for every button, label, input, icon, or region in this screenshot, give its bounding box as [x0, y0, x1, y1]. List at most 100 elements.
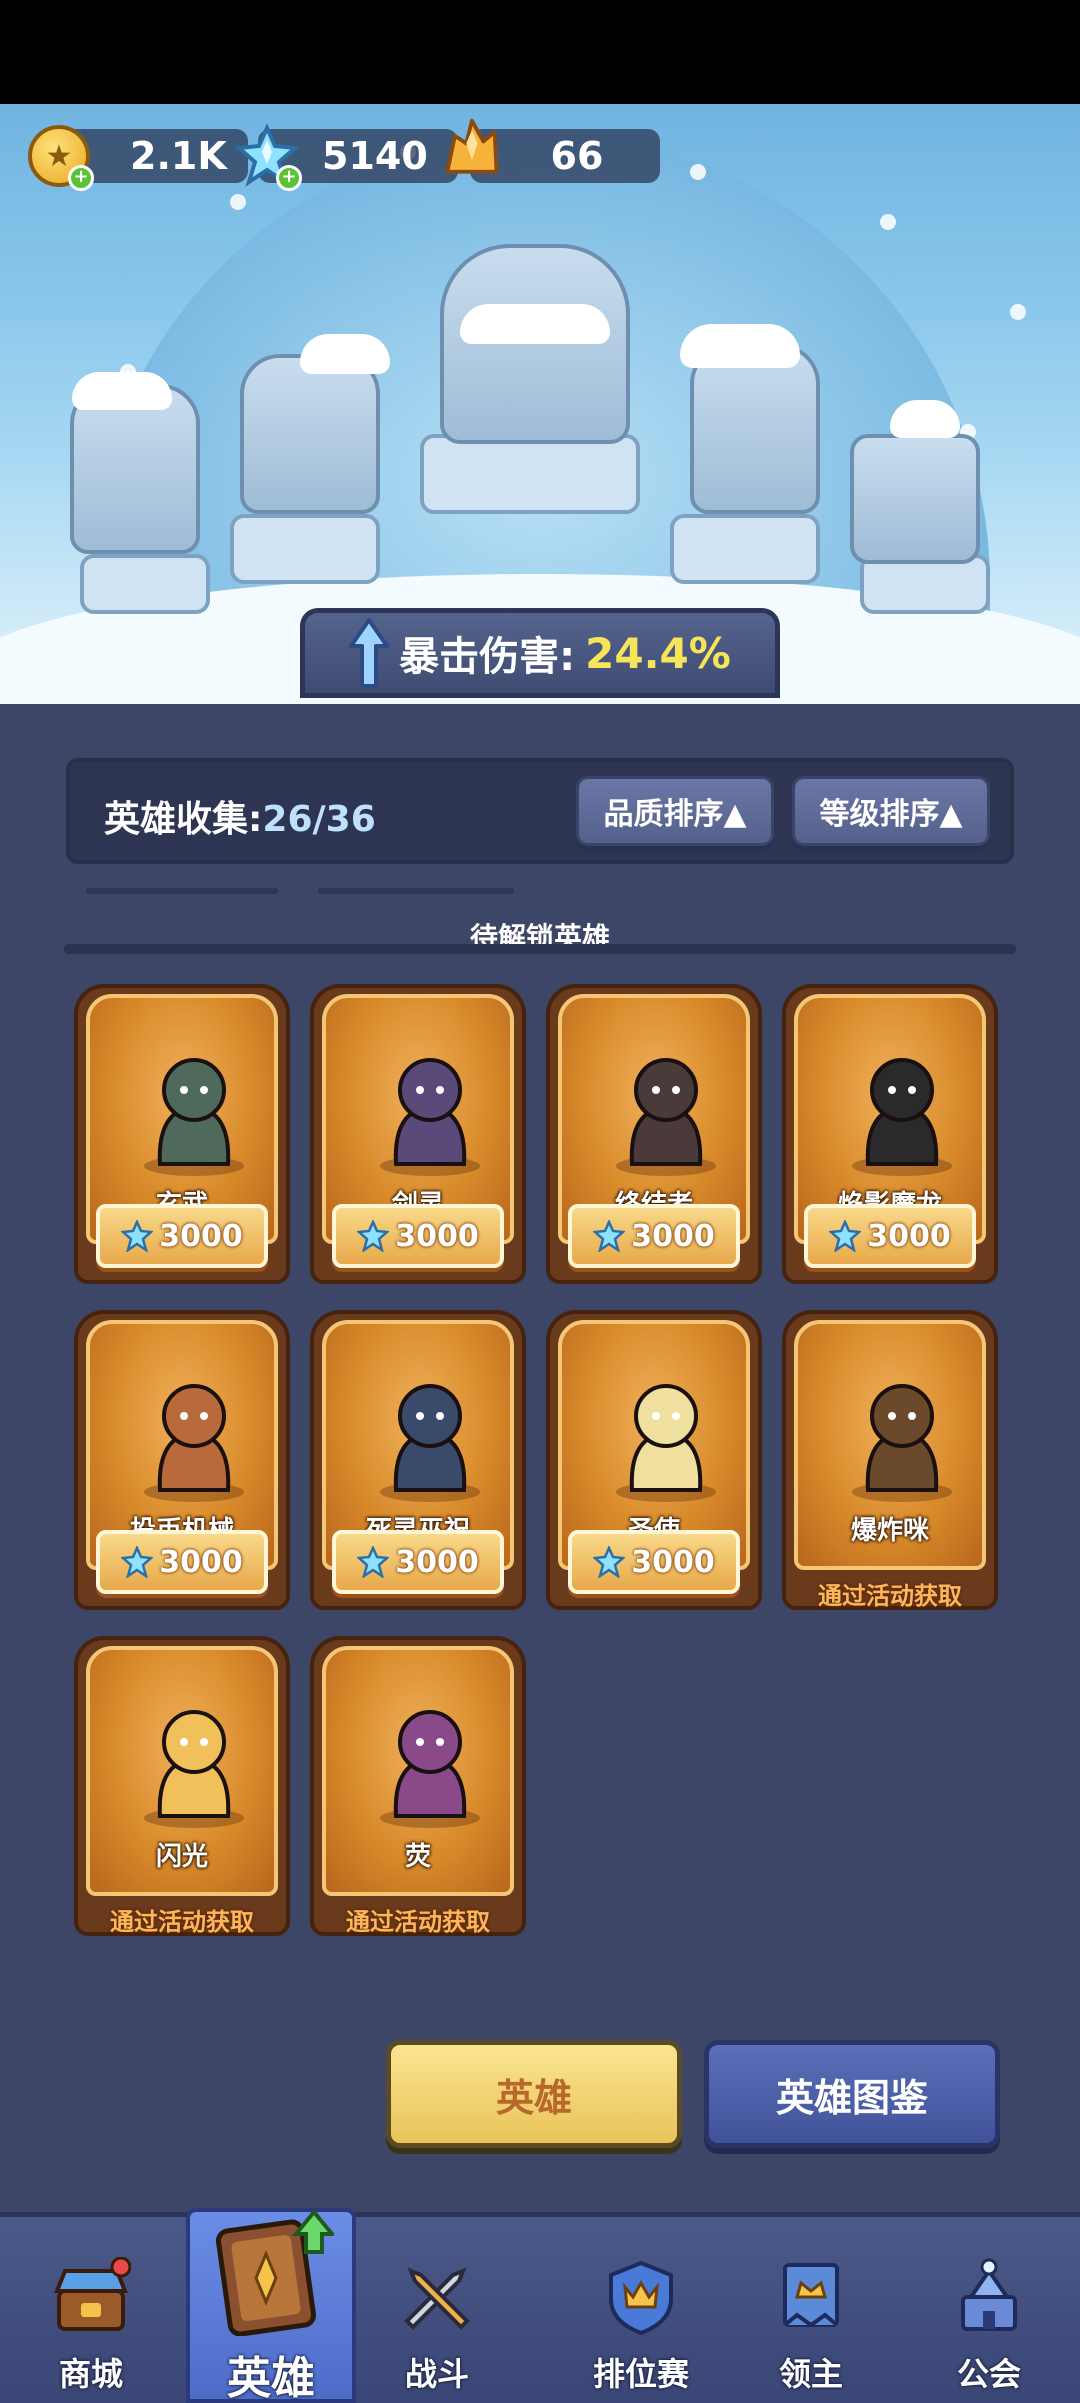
crystal-currency[interactable]: 5140 +	[235, 124, 458, 191]
hero-card[interactable]: 爆炸咪 通过活动获取	[782, 1310, 998, 1610]
hero-card-frame: 荧	[322, 1646, 514, 1896]
hero-portrait-icon	[380, 1384, 480, 1502]
crystal-icon	[593, 1546, 626, 1578]
hero-portrait-icon	[852, 1384, 952, 1502]
event-unlock-text: 通过活动获取	[110, 1908, 254, 1936]
nav-battle[interactable]: 战斗	[352, 2217, 522, 2403]
hero-name: 爆炸咪	[850, 1516, 929, 1546]
gold-currency[interactable]: 2.1K ★ +	[28, 125, 248, 191]
hero-card[interactable]: 死灵巫祝3000	[310, 1310, 526, 1610]
unlock-price: 3000	[631, 1218, 715, 1254]
nav-ranked[interactable]: 排位赛	[556, 2217, 726, 2403]
unlock-price: 3000	[631, 1544, 715, 1580]
amber-crystal-icon	[436, 115, 506, 185]
crit-damage-value: 24.4%	[585, 628, 731, 678]
hero-portrait-icon	[380, 1058, 480, 1176]
nav-shop[interactable]: 商城	[6, 2217, 176, 2403]
hero-portrait-icon	[144, 1710, 244, 1828]
hero-portrait-icon	[616, 1058, 716, 1176]
crystal-icon	[357, 1220, 390, 1252]
unlock-price-button[interactable]: 3000	[568, 1530, 740, 1594]
nav-hero[interactable]: 英雄	[186, 2208, 356, 2403]
statue-dragon	[440, 244, 630, 444]
nav-shop-label: 商城	[58, 2355, 123, 2393]
crystal-icon	[593, 1220, 626, 1252]
hero-card[interactable]: 闪光 通过活动获取	[74, 1636, 290, 1936]
statue-wolf	[240, 354, 380, 514]
hero-card[interactable]: 荧通过活动获取	[310, 1636, 526, 1936]
unlock-price: 3000	[867, 1218, 951, 1254]
add-crystal-icon[interactable]: +	[276, 165, 302, 191]
hero-card-icon	[215, 2208, 334, 2336]
crossed-swords-icon	[404, 2267, 470, 2330]
crystal-icon	[357, 1546, 390, 1578]
hero-card[interactable]: 圣使3000	[546, 1310, 762, 1610]
unlock-price-button[interactable]: 3000	[568, 1204, 740, 1268]
gold-amount: 2.1K	[130, 134, 227, 178]
event-unlock-text: 通过活动获取	[346, 1908, 490, 1936]
hero-card[interactable]: 玄武3000	[74, 984, 290, 1284]
arrow-up-icon	[349, 618, 390, 688]
unlock-price: 3000	[159, 1218, 243, 1254]
collection-count: 26/36	[262, 799, 376, 840]
hero-button[interactable]: 英雄	[386, 2040, 682, 2148]
hero-card-frame: 闪光	[86, 1646, 278, 1896]
hero-card[interactable]: 焰影魔龙3000	[782, 984, 998, 1284]
bottom-nav: 商城 战斗 排位赛 领主 公会	[0, 2212, 1080, 2403]
shop-icon	[54, 2257, 131, 2331]
collection-title: 英雄收集:26/36	[104, 790, 376, 842]
section-divider	[64, 944, 1016, 954]
unlock-price-button[interactable]: 3000	[96, 1530, 268, 1594]
amber-amount: 66	[550, 134, 604, 178]
hero-name: 闪光	[155, 1842, 208, 1872]
nav-guild-label: 公会	[956, 2355, 1021, 2393]
statue-hooded-figure	[690, 344, 820, 514]
unlock-price: 3000	[395, 1218, 479, 1254]
castle-icon	[961, 2258, 1017, 2331]
crystal-icon	[829, 1220, 862, 1252]
crystal-icon	[121, 1220, 154, 1252]
hero-codex-button[interactable]: 英雄图鉴	[704, 2040, 1000, 2148]
statue-machine	[850, 434, 980, 564]
nav-battle-label: 战斗	[404, 2355, 469, 2393]
hero-card[interactable]: 投币机械3000	[74, 1310, 290, 1610]
hero-portrait-icon	[852, 1058, 952, 1176]
shield-crown-icon	[609, 2260, 673, 2336]
nav-hero-label: 英雄	[227, 2353, 315, 2403]
hero-name: 荧	[404, 1842, 431, 1872]
banner-crown-icon	[783, 2263, 839, 2328]
nav-lord[interactable]: 领主	[726, 2217, 896, 2403]
crit-damage-label: 暴击伤害:	[399, 634, 576, 680]
hero-portrait-icon	[144, 1384, 244, 1502]
unlock-price-button[interactable]: 3000	[332, 1530, 504, 1594]
gold-coin-icon: ★ +	[24, 121, 94, 191]
crystal-icon: +	[232, 121, 302, 191]
sort-by-quality-button[interactable]: 品质排序▲	[576, 776, 774, 846]
unlock-price-button[interactable]: 3000	[804, 1204, 976, 1268]
hero-card[interactable]: 剑灵3000	[310, 984, 526, 1284]
nav-ranked-label: 排位赛	[592, 2355, 689, 2393]
collection-label: 英雄收集:	[104, 799, 263, 840]
unlock-price: 3000	[159, 1544, 243, 1580]
divider-stub	[86, 888, 278, 894]
hero-card-frame: 爆炸咪	[794, 1320, 986, 1570]
hero-portrait-icon	[616, 1384, 716, 1502]
crystal-icon	[121, 1546, 154, 1578]
sort-by-level-button[interactable]: 等级排序▲	[792, 776, 990, 846]
unlock-price-button[interactable]: 3000	[96, 1204, 268, 1268]
event-unlock-text: 通过活动获取	[818, 1582, 962, 1610]
unlock-price-button[interactable]: 3000	[332, 1204, 504, 1268]
hero-portrait-icon	[144, 1058, 244, 1176]
hero-card[interactable]: 终结者3000	[546, 984, 762, 1284]
amber-currency[interactable]: 66	[440, 118, 660, 187]
crit-damage-banner: 暴击伤害: 24.4%	[300, 608, 780, 698]
add-gold-icon[interactable]: +	[68, 165, 94, 191]
crystal-amount: 5140	[322, 134, 428, 178]
nav-guild[interactable]: 公会	[904, 2217, 1074, 2403]
unlock-price: 3000	[395, 1544, 479, 1580]
divider-stub	[318, 888, 514, 894]
hero-collection-panel: 英雄收集:26/36 品质排序▲ 等级排序▲	[66, 758, 1014, 864]
nav-lord-label: 领主	[778, 2355, 843, 2393]
status-bar	[0, 0, 1080, 104]
hero-portrait-icon	[380, 1710, 480, 1828]
